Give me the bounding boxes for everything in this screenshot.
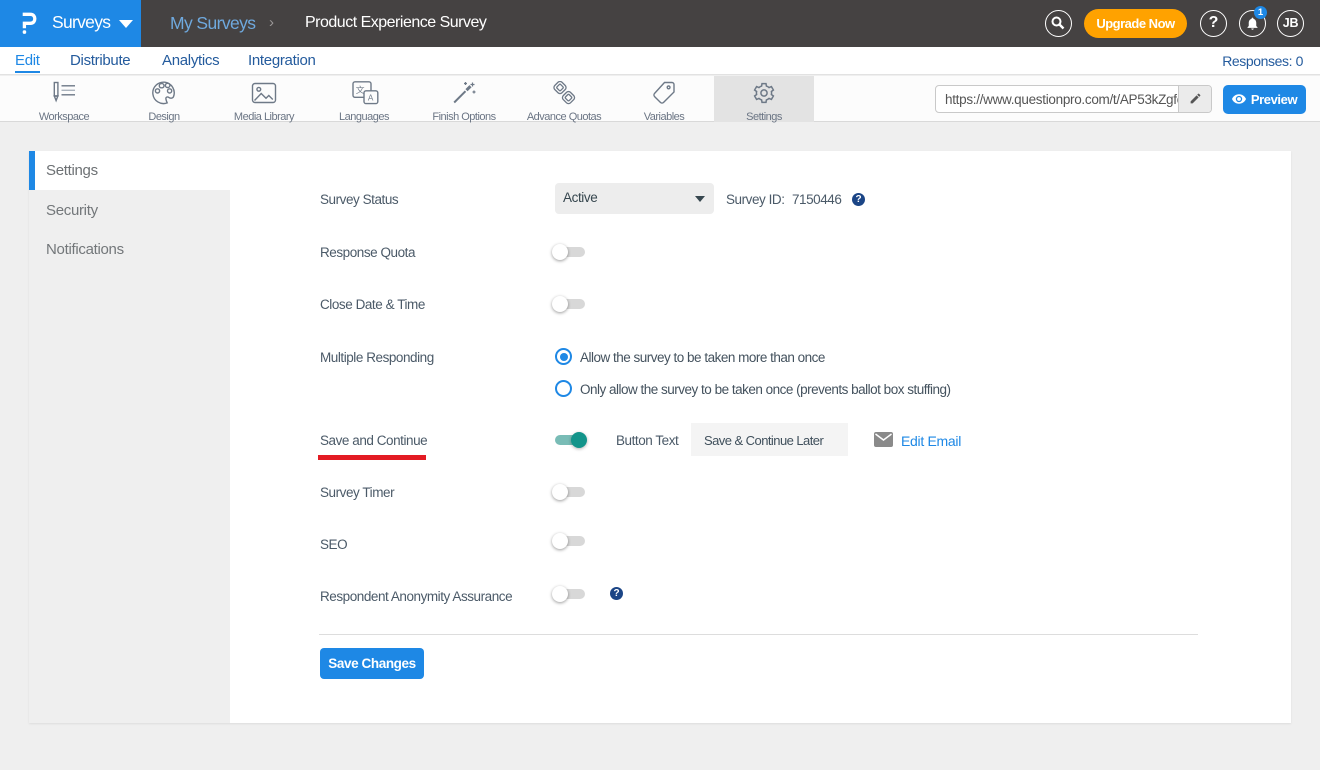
svg-text:A: A	[368, 94, 374, 103]
